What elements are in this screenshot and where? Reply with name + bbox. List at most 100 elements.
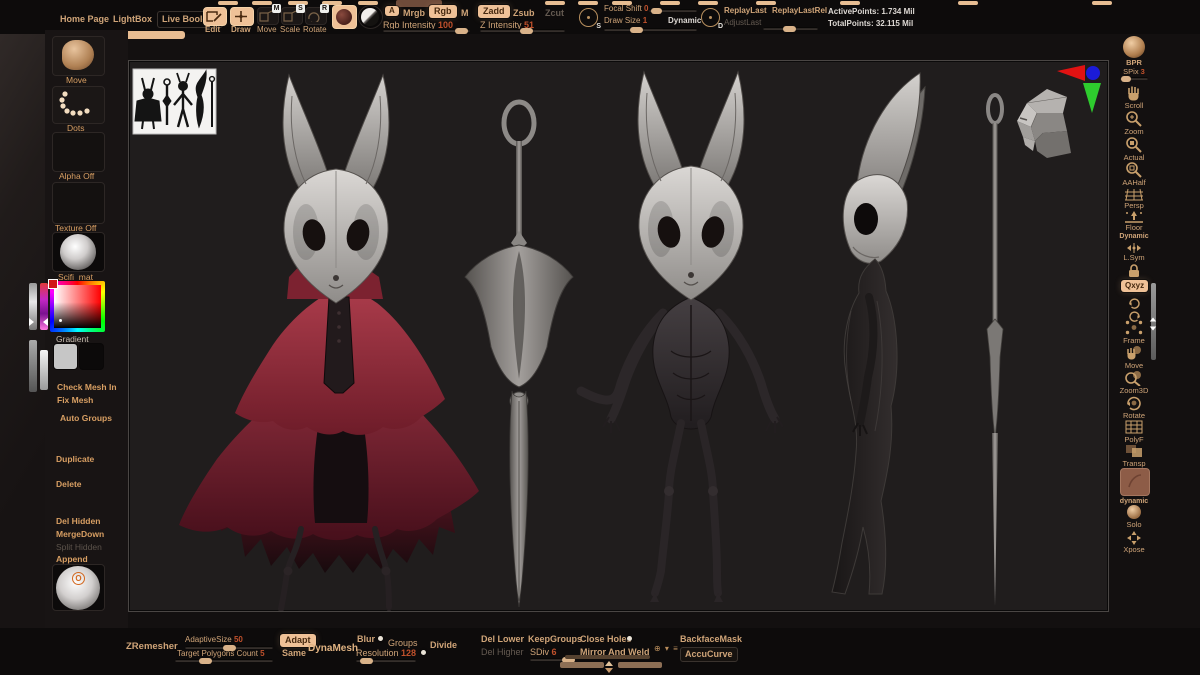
- same-button[interactable]: Same: [282, 649, 306, 658]
- tray-collapse-arrow[interactable]: [605, 668, 613, 673]
- replay-last-rel-slider[interactable]: [763, 27, 818, 30]
- close-holes-modifier-dot[interactable]: [627, 636, 632, 641]
- sdiv-control[interactable]: SDiv 6: [530, 648, 557, 657]
- spix-handle[interactable]: [1121, 76, 1131, 82]
- color-picker-frame[interactable]: [50, 281, 105, 332]
- gradient-swatch-light[interactable]: [53, 343, 78, 370]
- menu-dash[interactable]: [578, 1, 598, 5]
- z-intensity-handle[interactable]: [520, 28, 533, 34]
- blur-modifier-dot[interactable]: [378, 636, 383, 641]
- spix-control[interactable]: SPix 3: [1112, 68, 1156, 76]
- spix-slider[interactable]: [1120, 77, 1148, 80]
- merge-down-button[interactable]: MergeDown: [56, 530, 104, 539]
- current-material-button[interactable]: [358, 5, 383, 29]
- del-hidden-button[interactable]: Del Hidden: [56, 517, 100, 526]
- alpha-thumbnail[interactable]: [52, 132, 105, 172]
- resolution-slider[interactable]: [356, 659, 416, 662]
- replay-gizmo-d[interactable]: D: [701, 8, 720, 27]
- blur-control[interactable]: Blur: [357, 635, 375, 644]
- zsub-button[interactable]: Zsub: [513, 9, 535, 18]
- rgb-intensity-handle[interactable]: [455, 28, 468, 34]
- axis-mini-icons[interactable]: ⊕ ▾ ≡: [654, 645, 679, 653]
- tray-resize-handle[interactable]: [560, 662, 604, 668]
- rgb-button[interactable]: Rgb: [429, 5, 457, 18]
- groups-toggle[interactable]: Groups: [388, 639, 418, 648]
- target-polygons-handle[interactable]: [199, 658, 212, 664]
- edit-button[interactable]: [203, 7, 227, 26]
- draw-button[interactable]: [230, 7, 254, 26]
- del-lower-button[interactable]: Del Lower: [481, 635, 524, 644]
- dynamesh-button[interactable]: DynaMesh: [308, 644, 358, 654]
- brush-thumbnail[interactable]: [52, 36, 105, 76]
- draw-size-slider[interactable]: [604, 28, 697, 31]
- slider-arrow[interactable]: [43, 318, 48, 326]
- sculpt-canvas[interactable]: [128, 60, 1109, 612]
- material-thumbnail[interactable]: [52, 232, 105, 272]
- menu-dash[interactable]: [1092, 1, 1112, 5]
- slider-arrow[interactable]: [29, 318, 34, 326]
- zremesher-section-label[interactable]: ZRemesher: [126, 642, 178, 652]
- dynamic-solo-label[interactable]: dynamic: [1112, 498, 1156, 505]
- gradient-slider-1[interactable]: [29, 340, 37, 392]
- move-button[interactable]: M: [257, 7, 279, 25]
- zadd-button[interactable]: Zadd: [478, 5, 510, 18]
- replay-last-rel-button[interactable]: ReplayLastRel: [772, 7, 827, 15]
- focal-shift-slider[interactable]: [649, 9, 697, 12]
- gradient-slider-2[interactable]: [40, 350, 48, 390]
- adaptive-size-control[interactable]: AdaptiveSize 50: [185, 636, 243, 644]
- solo-button[interactable]: [1121, 505, 1147, 519]
- mrgb-button[interactable]: Mrgb: [403, 9, 425, 18]
- close-holes-button[interactable]: Close Holes: [580, 635, 632, 644]
- delete-button[interactable]: Delete: [56, 480, 82, 489]
- bpr-button[interactable]: [1121, 36, 1147, 58]
- menu-dash[interactable]: [958, 1, 978, 5]
- menu-dash[interactable]: [252, 1, 272, 5]
- backface-mask-toggle[interactable]: BackfaceMask: [680, 635, 742, 644]
- scrollbar-arrow-up[interactable]: [1150, 318, 1156, 322]
- adjust-last-button[interactable]: AdjustLast: [724, 19, 761, 27]
- current-brush-button[interactable]: [332, 5, 357, 29]
- dynamic-persp-label[interactable]: Dynamic: [1112, 233, 1156, 240]
- resolution-handle[interactable]: [360, 658, 373, 664]
- texture-thumbnail[interactable]: [52, 182, 105, 224]
- auto-groups-button[interactable]: Auto Groups: [60, 414, 112, 423]
- menu-dash[interactable]: [756, 1, 776, 5]
- check-mesh-in-button[interactable]: Check Mesh In: [57, 383, 117, 392]
- zcut-button[interactable]: Zcut: [545, 9, 564, 18]
- rotate-button[interactable]: R: [305, 7, 327, 25]
- duplicate-button[interactable]: Duplicate: [56, 455, 94, 464]
- canvas-scrollbar-right[interactable]: [1151, 283, 1156, 360]
- lightbox-button[interactable]: LightBox: [113, 15, 152, 24]
- stroke-thumbnail[interactable]: [52, 86, 105, 124]
- accucurve-button[interactable]: AccuCurve: [680, 647, 738, 662]
- qxyz-button[interactable]: Qxyz: [1121, 280, 1148, 292]
- tray-expand-arrow[interactable]: [605, 661, 613, 666]
- dynamic-toggle[interactable]: Dynamic: [668, 17, 701, 25]
- m-button[interactable]: M: [461, 9, 469, 18]
- color-a-chip[interactable]: A: [385, 6, 399, 16]
- tray-divider-bar[interactable]: [565, 655, 650, 659]
- menu-dash[interactable]: [660, 1, 680, 5]
- menu-dash[interactable]: [218, 1, 238, 5]
- menu-dash[interactable]: [840, 1, 860, 5]
- tray-resize-handle[interactable]: [618, 662, 662, 668]
- divide-button[interactable]: Divide: [430, 641, 457, 650]
- gradient-swatch-dark[interactable]: [79, 343, 104, 370]
- stroke-gizmo-s[interactable]: S: [579, 8, 598, 27]
- scale-button[interactable]: S: [281, 7, 303, 25]
- del-higher-button[interactable]: Del Higher: [481, 648, 524, 657]
- draw-size-handle[interactable]: [630, 27, 643, 33]
- focal-shift-handle[interactable]: [651, 8, 662, 14]
- replay-last-rel-handle[interactable]: [783, 26, 796, 32]
- target-polygons-slider[interactable]: [175, 659, 273, 662]
- z-intensity-slider[interactable]: [480, 29, 565, 32]
- resolution-modifier-dot[interactable]: [421, 650, 426, 655]
- append-mesh-thumbnail[interactable]: O: [52, 564, 105, 611]
- resolution-control[interactable]: Resolution 128: [356, 649, 416, 658]
- append-button[interactable]: Append: [56, 555, 88, 564]
- sv-picker-square[interactable]: [54, 285, 101, 328]
- fix-mesh-button[interactable]: Fix Mesh: [57, 396, 93, 405]
- split-hidden-button[interactable]: Split Hidden: [56, 543, 102, 552]
- scrollbar-arrow-down[interactable]: [1150, 327, 1156, 331]
- target-polygons-control[interactable]: Target Polygons Count 5: [177, 650, 265, 658]
